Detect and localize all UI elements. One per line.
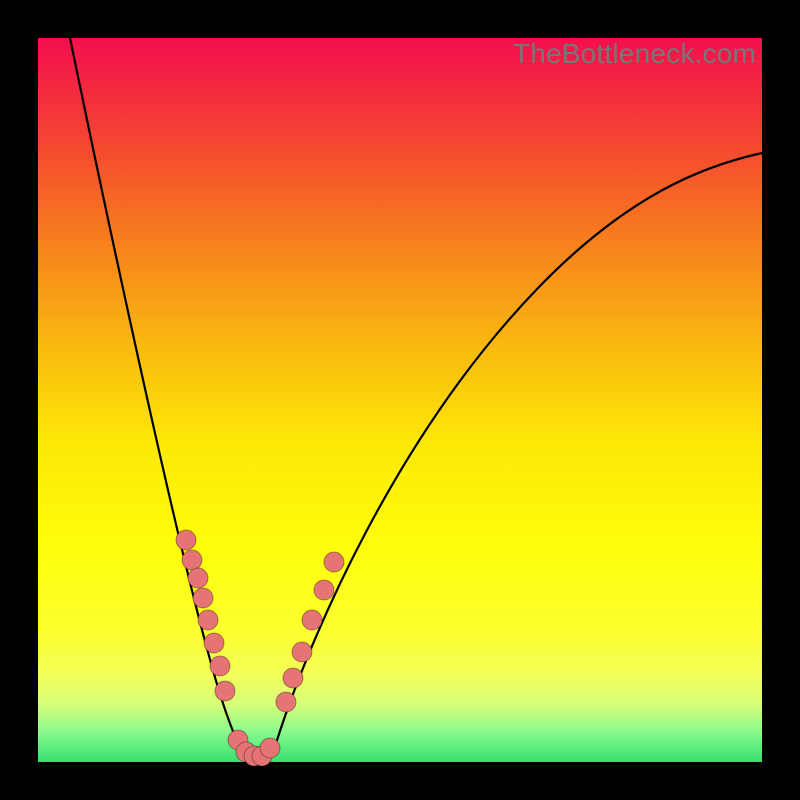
data-dot — [176, 530, 196, 550]
data-dot — [260, 738, 280, 758]
data-dot — [292, 642, 312, 662]
data-dot — [283, 668, 303, 688]
gradient-panel: TheBottleneck.com — [38, 38, 762, 762]
data-dot — [314, 580, 334, 600]
stage: TheBottleneck.com — [0, 0, 800, 800]
data-dot — [193, 588, 213, 608]
data-dot — [302, 610, 322, 630]
data-dot — [324, 552, 344, 572]
data-dot — [215, 681, 235, 701]
data-dot — [276, 692, 296, 712]
curve-plot — [38, 38, 762, 762]
data-dot — [188, 568, 208, 588]
data-dot — [198, 610, 218, 630]
data-dot — [182, 550, 202, 570]
data-dot — [204, 633, 224, 653]
curve-right — [273, 153, 762, 753]
data-dot — [210, 656, 230, 676]
